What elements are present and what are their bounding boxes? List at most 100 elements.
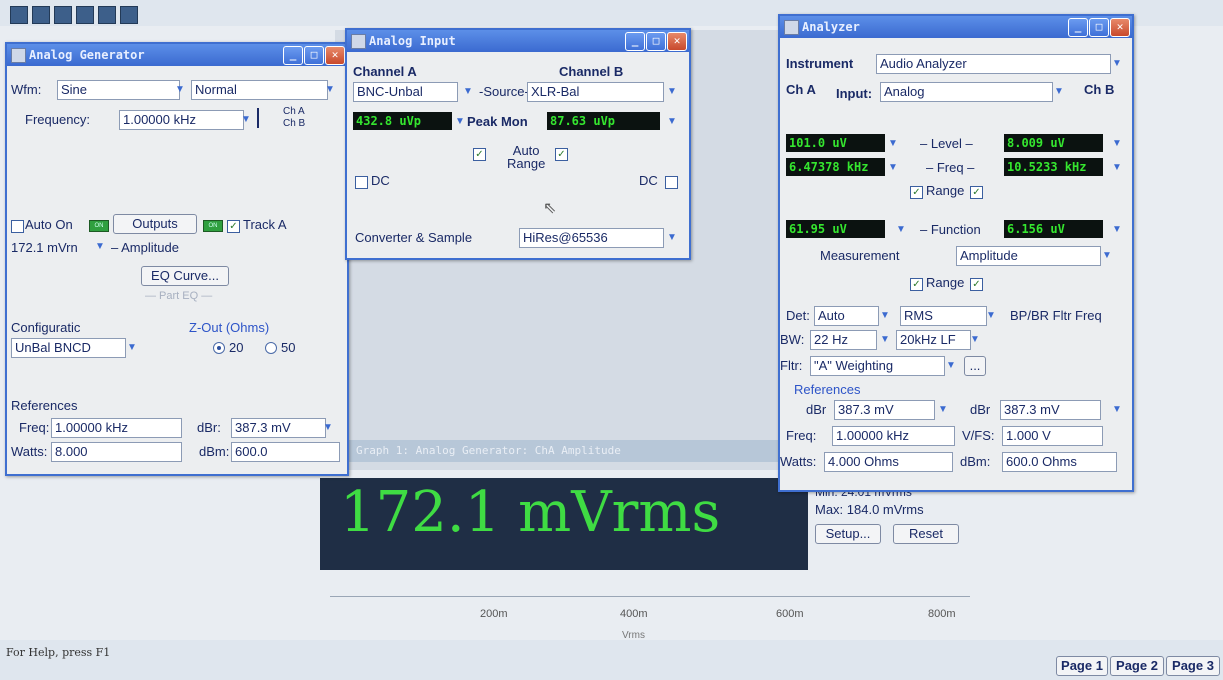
page-3-tab[interactable]: Page 3 — [1166, 656, 1220, 676]
tool-icon-3[interactable] — [54, 6, 72, 24]
window-icon — [11, 48, 26, 63]
chevron-down-icon[interactable]: ▼ — [1110, 55, 1124, 73]
filter-more-button[interactable]: ... — [964, 356, 986, 376]
chevron-down-icon[interactable]: ▼ — [894, 221, 908, 239]
bw-high-select[interactable]: 20kHz LF — [896, 330, 971, 350]
chevron-down-icon[interactable]: ▼ — [665, 229, 679, 247]
chevron-down-icon[interactable]: ▼ — [886, 159, 900, 177]
ref-freq-field[interactable]: 1.00000 kHz — [832, 426, 955, 446]
auto-range-a-checkbox[interactable]: ✓ — [473, 148, 486, 161]
auto-on-checkbox[interactable] — [11, 220, 24, 233]
ref-dbr-a-field[interactable]: 387.3 mV — [834, 400, 935, 420]
chevron-down-icon[interactable]: ▼ — [93, 238, 107, 256]
eq-curve-button[interactable]: EQ Curve... — [141, 266, 229, 286]
reset-button[interactable]: Reset — [893, 524, 959, 544]
frequency-field[interactable]: 1.00000 kHz — [119, 110, 244, 130]
det-mode-select[interactable]: RMS — [900, 306, 987, 326]
ref-dbr-b-field[interactable]: 387.3 mV — [1000, 400, 1101, 420]
chevron-down-icon[interactable]: ▼ — [1110, 221, 1124, 239]
ref-freq-label: Freq: — [19, 420, 50, 435]
range-a-checkbox[interactable]: ✓ — [910, 186, 923, 199]
z-out-20-label: 20 — [229, 340, 244, 355]
z-out-20-radio[interactable] — [213, 342, 225, 354]
ref-dbm-field[interactable]: 600.0 — [231, 442, 340, 462]
wfm-label: Wfm: — [11, 82, 42, 97]
chevron-down-icon[interactable]: ▼ — [1052, 83, 1066, 101]
dc-b-checkbox[interactable] — [665, 176, 678, 189]
chevron-down-icon[interactable]: ▼ — [878, 307, 892, 325]
chevron-down-icon[interactable]: ▼ — [665, 83, 679, 101]
tool-icon-4[interactable] — [76, 6, 94, 24]
chevron-down-icon[interactable]: ▼ — [239, 111, 253, 129]
chevron-down-icon[interactable]: ▼ — [878, 331, 892, 349]
waveform-select[interactable]: Sine — [57, 80, 180, 100]
chevron-down-icon[interactable]: ▼ — [886, 135, 900, 153]
z-out-50-radio[interactable] — [265, 342, 277, 354]
peak-monitor-a-display: 432.8 uVp — [353, 112, 452, 130]
ref-watts-field[interactable]: 8.000 — [51, 442, 182, 462]
ref-dbr-field[interactable]: 387.3 mV — [231, 418, 326, 438]
chevron-down-icon[interactable]: ▼ — [453, 113, 467, 131]
chevron-down-icon[interactable]: ▼ — [461, 83, 475, 101]
watts-field[interactable]: 4.000 Ohms — [824, 452, 953, 472]
outputs-button[interactable]: Outputs — [113, 214, 197, 234]
page-1-tab[interactable]: Page 1 — [1056, 656, 1108, 676]
chevron-down-icon[interactable]: ▼ — [1100, 247, 1114, 265]
amplitude-field[interactable]: 172.1 mVrn — [11, 240, 78, 255]
chevron-down-icon[interactable]: ▼ — [321, 419, 335, 437]
converter-select[interactable]: HiRes@65536 — [519, 228, 664, 248]
minimize-button[interactable]: _ — [1068, 18, 1088, 37]
maximize-button[interactable]: □ — [1089, 18, 1109, 37]
tool-icon-1[interactable] — [10, 6, 28, 24]
det-select[interactable]: Auto — [814, 306, 879, 326]
converter-label: Converter & Sample — [355, 230, 473, 245]
chevron-down-icon[interactable]: ▼ — [1110, 401, 1124, 419]
close-button[interactable]: ✕ — [667, 32, 687, 51]
tool-icon-6[interactable] — [120, 6, 138, 24]
measurement-range-a-checkbox[interactable]: ✓ — [910, 278, 923, 291]
track-a-checkbox[interactable]: ✓ — [227, 220, 240, 233]
analog-input-window: Analog Input _ □ ✕ Channel A Channel B B… — [345, 28, 691, 260]
tool-icon-2[interactable] — [32, 6, 50, 24]
chevron-down-icon[interactable]: ▼ — [1110, 159, 1124, 177]
chevron-down-icon[interactable]: ▼ — [125, 339, 139, 357]
configuration-select[interactable]: UnBal BNCD — [11, 338, 126, 358]
channel-b-label: Channel B — [559, 64, 624, 79]
chevron-down-icon[interactable]: ▼ — [968, 331, 982, 349]
analog-input-titlebar[interactable]: Analog Input _ □ ✕ — [347, 30, 689, 52]
ref-freq-field[interactable]: 1.00000 kHz — [51, 418, 182, 438]
minimize-button[interactable]: _ — [283, 46, 303, 65]
dbm-field[interactable]: 600.0 Ohms — [1002, 452, 1117, 472]
close-button[interactable]: ✕ — [325, 46, 345, 65]
chevron-down-icon[interactable]: ▼ — [944, 357, 958, 375]
chevron-down-icon[interactable]: ▼ — [984, 307, 998, 325]
instrument-select[interactable]: Audio Analyzer — [876, 54, 1111, 74]
chevron-down-icon[interactable]: ▼ — [1110, 135, 1124, 153]
range-b-checkbox[interactable]: ✓ — [970, 186, 983, 199]
channel-a-source-select[interactable]: BNC-Unbal — [353, 82, 458, 102]
bw-low-select[interactable]: 22 Hz — [810, 330, 877, 350]
chevron-down-icon[interactable]: ▼ — [665, 113, 679, 131]
auto-range-b-checkbox[interactable]: ✓ — [555, 148, 568, 161]
maximize-button[interactable]: □ — [646, 32, 666, 51]
analog-generator-titlebar[interactable]: Analog Generator _ □ ✕ — [7, 44, 347, 66]
filter-select[interactable]: "A" Weighting — [810, 356, 945, 376]
page-2-tab[interactable]: Page 2 — [1110, 656, 1164, 676]
tool-icon-5[interactable] — [98, 6, 116, 24]
channel-a-label: Channel A — [353, 64, 417, 79]
dc-a-checkbox[interactable] — [355, 176, 368, 189]
chevron-down-icon[interactable]: ▼ — [323, 81, 337, 99]
maximize-button[interactable]: □ — [304, 46, 324, 65]
chevron-down-icon[interactable]: ▼ — [936, 401, 950, 419]
close-button[interactable]: ✕ — [1110, 18, 1130, 37]
chevron-down-icon[interactable]: ▼ — [173, 81, 187, 99]
measurement-range-b-checkbox[interactable]: ✓ — [970, 278, 983, 291]
setup-button[interactable]: Setup... — [815, 524, 881, 544]
minimize-button[interactable]: _ — [625, 32, 645, 51]
vfs-field[interactable]: 1.000 V — [1002, 426, 1103, 446]
measurement-select[interactable]: Amplitude — [956, 246, 1101, 266]
input-select[interactable]: Analog — [880, 82, 1053, 102]
waveform-mode-select[interactable]: Normal — [191, 80, 328, 100]
channel-b-source-select[interactable]: XLR-Bal — [527, 82, 664, 102]
analyzer-titlebar[interactable]: Analyzer _ □ ✕ — [780, 16, 1132, 38]
